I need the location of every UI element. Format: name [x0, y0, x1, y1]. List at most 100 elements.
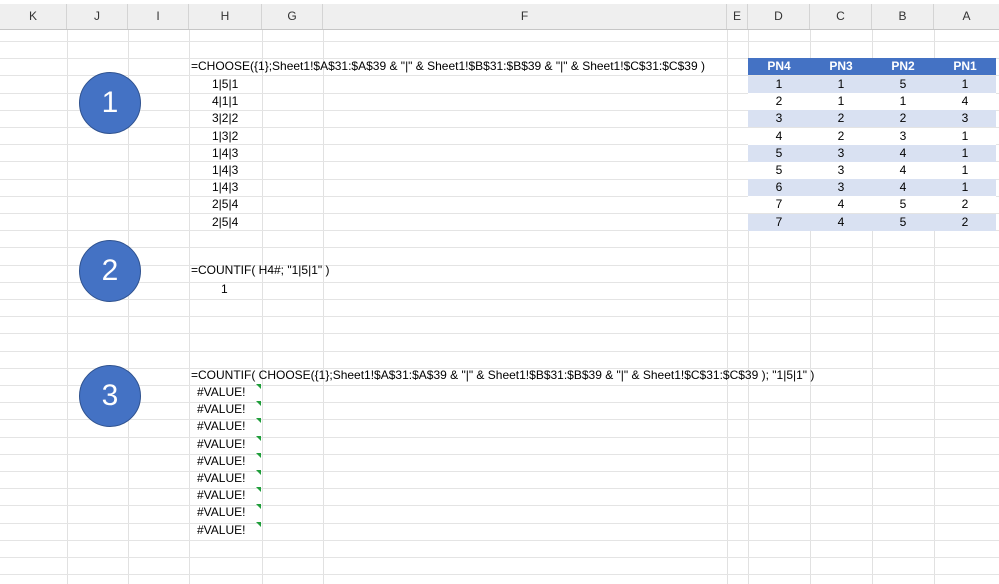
error-indicator-icon[interactable]	[256, 435, 261, 441]
countif-formula-cell[interactable]: =COUNTIF( H4#; "1|5|1" )	[191, 263, 329, 277]
table-cell[interactable]: 1	[810, 76, 872, 93]
column-header-k[interactable]: K	[0, 4, 67, 29]
value-error-cell[interactable]: #VALUE!	[197, 454, 245, 468]
table-cell[interactable]: 3	[748, 110, 810, 128]
table-cell[interactable]: 2	[748, 93, 810, 111]
table-cell[interactable]: 4	[748, 127, 810, 145]
error-indicator-icon[interactable]	[256, 452, 261, 458]
table-cell[interactable]: 5	[872, 76, 934, 93]
value-error-cell[interactable]: #VALUE!	[197, 402, 245, 416]
row-gridline	[0, 385, 999, 386]
table-cell[interactable]: 1	[934, 162, 996, 179]
table-cell[interactable]: 4	[810, 213, 872, 231]
value-error-cell[interactable]: #VALUE!	[197, 385, 245, 399]
table-cell[interactable]: 3	[872, 127, 934, 145]
row-gridline	[0, 523, 999, 524]
choose-result-cell[interactable]: 4|1|1	[212, 94, 238, 108]
table-cell[interactable]: 5	[748, 162, 810, 179]
table-cell[interactable]: 2	[934, 196, 996, 214]
table-cell[interactable]: 3	[810, 144, 872, 162]
table-cell[interactable]: 1	[748, 76, 810, 93]
choose-result-cell[interactable]: 1|4|3	[212, 146, 238, 160]
table-cell[interactable]: 4	[872, 162, 934, 179]
value-error-cell[interactable]: #VALUE!	[197, 505, 245, 519]
table-cell[interactable]: 2	[872, 110, 934, 128]
error-indicator-icon[interactable]	[256, 418, 261, 424]
table-cell[interactable]: 4	[810, 196, 872, 214]
step-marker-3: 3	[79, 365, 141, 427]
table-cell[interactable]: 5	[872, 196, 934, 214]
step-marker-2: 2	[79, 240, 141, 302]
choose-result-cell[interactable]: 1|4|3	[212, 163, 238, 177]
table-header-cell[interactable]: PN3	[810, 58, 872, 75]
choose-result-cell[interactable]: 2|5|4	[212, 215, 238, 229]
choose-formula-cell[interactable]: =CHOOSE({1};Sheet1!$A$31:$A$39 & "|" & S…	[191, 59, 705, 73]
column-header-j[interactable]: J	[67, 4, 128, 29]
choose-result-cell[interactable]: 1|4|3	[212, 180, 238, 194]
error-indicator-icon[interactable]	[256, 521, 261, 527]
table-cell[interactable]: 1	[934, 76, 996, 93]
choose-result-cell[interactable]: 1|3|2	[212, 129, 238, 143]
choose-result-cell[interactable]: 1|5|1	[212, 77, 238, 91]
table-cell[interactable]: 5	[748, 144, 810, 162]
countif-choose-formula-cell[interactable]: =COUNTIF( CHOOSE({1};Sheet1!$A$31:$A$39 …	[191, 368, 814, 382]
column-header-h[interactable]: H	[189, 4, 262, 29]
column-header-c[interactable]: C	[810, 4, 872, 29]
table-cell[interactable]: 6	[748, 179, 810, 197]
table-cell[interactable]: 1	[934, 144, 996, 162]
column-gridline	[67, 30, 68, 584]
table-cell[interactable]: 4	[872, 144, 934, 162]
row-gridline	[0, 247, 999, 248]
table-cell[interactable]: 3	[810, 179, 872, 197]
column-header-i[interactable]: I	[128, 4, 189, 29]
error-indicator-icon[interactable]	[256, 487, 261, 493]
error-indicator-icon[interactable]	[256, 470, 261, 475]
row-gridline	[0, 419, 999, 420]
column-header-a[interactable]: A	[934, 4, 999, 29]
choose-result-cell[interactable]: 2|5|4	[212, 197, 238, 211]
table-cell[interactable]: 3	[810, 162, 872, 179]
column-gridline	[262, 30, 263, 584]
row-gridline	[0, 505, 999, 506]
error-indicator-icon[interactable]	[256, 401, 261, 407]
table-cell[interactable]: 1	[934, 127, 996, 145]
column-header-row: K J I H G F E D C B A	[0, 4, 999, 30]
column-header-e[interactable]: E	[727, 4, 748, 29]
table-cell[interactable]: 1	[934, 179, 996, 197]
spreadsheet[interactable]: K J I H G F E D C B A 1 2 3 =CHOOSE({1};…	[0, 0, 999, 584]
row-gridline	[0, 265, 999, 266]
column-header-g[interactable]: G	[262, 4, 323, 29]
table-header-cell[interactable]: PN4	[748, 58, 810, 75]
value-error-cell[interactable]: #VALUE!	[197, 437, 245, 451]
value-error-cell[interactable]: #VALUE!	[197, 523, 245, 537]
table-cell[interactable]: 2	[810, 127, 872, 145]
value-error-cell[interactable]: #VALUE!	[197, 488, 245, 502]
table-cell[interactable]: 2	[810, 110, 872, 128]
column-gridline	[189, 30, 190, 584]
table-header-cell[interactable]: PN1	[934, 58, 996, 75]
error-indicator-icon[interactable]	[256, 384, 261, 389]
row-gridline	[0, 557, 999, 558]
table-cell[interactable]: 7	[748, 213, 810, 231]
table-cell[interactable]: 7	[748, 196, 810, 214]
step-marker-1: 1	[79, 72, 141, 134]
row-gridline	[0, 488, 999, 489]
table-cell[interactable]: 4	[872, 179, 934, 197]
column-header-d[interactable]: D	[748, 4, 810, 29]
error-indicator-icon[interactable]	[256, 504, 261, 510]
column-header-f[interactable]: F	[323, 4, 727, 29]
column-header-b[interactable]: B	[872, 4, 934, 29]
value-error-cell[interactable]: #VALUE!	[197, 419, 245, 433]
table-cell[interactable]: 3	[934, 110, 996, 128]
value-error-cell[interactable]: #VALUE!	[197, 471, 245, 485]
row-gridline	[0, 540, 999, 541]
table-cell[interactable]: 4	[934, 93, 996, 111]
countif-result-cell[interactable]: 1	[221, 282, 228, 296]
table-cell[interactable]: 1	[872, 93, 934, 111]
choose-result-cell[interactable]: 3|2|2	[212, 111, 238, 125]
table-cell[interactable]: 1	[810, 93, 872, 111]
table-header-cell[interactable]: PN2	[872, 58, 934, 75]
table-cell[interactable]: 2	[934, 213, 996, 231]
row-gridline	[0, 454, 999, 455]
table-cell[interactable]: 5	[872, 213, 934, 231]
